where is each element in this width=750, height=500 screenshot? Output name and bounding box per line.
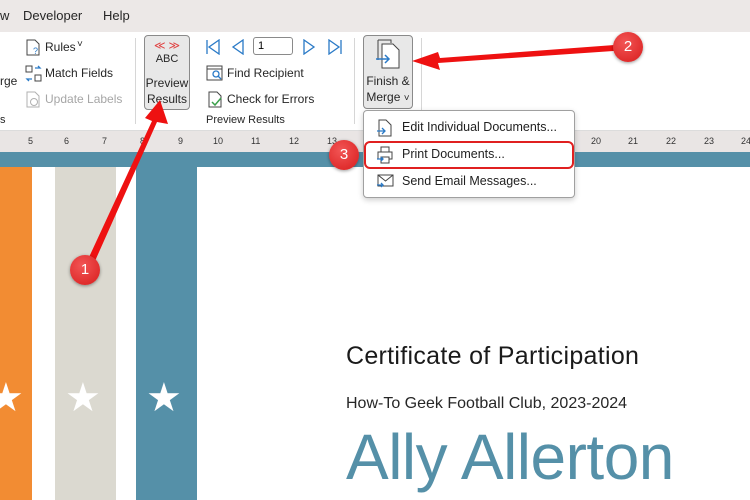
ruler-tick: 21 <box>628 136 639 146</box>
chevron-down-icon: ˅ <box>77 39 83 50</box>
menu-item-send-email-messages[interactable]: Send Email Messages... <box>364 169 574 195</box>
first-record-icon[interactable] <box>205 39 221 55</box>
rules-button[interactable]: ? Rules ˅ <box>25 38 95 58</box>
recipient-name-merge-field: Ally Allerton <box>346 421 674 493</box>
ruler-tick: 10 <box>213 136 224 146</box>
update-labels-label: Update Labels <box>45 92 123 106</box>
ruler-tick: 7 <box>102 136 108 146</box>
ribbon-separator <box>354 38 355 124</box>
menu-item-edit-individual-documents[interactable]: Edit Individual Documents... <box>364 115 574 141</box>
match-fields-label: Match Fields <box>45 66 114 80</box>
group-label-write-insert: s <box>0 114 6 126</box>
gray-stripe <box>55 167 116 500</box>
menu-item-developer[interactable]: Developer <box>23 8 82 23</box>
finish-merge-label-2: Merge ˅ <box>366 90 410 104</box>
ruler-tick: 11 <box>251 136 261 146</box>
send-email-messages-label: Send Email Messages... <box>402 174 537 188</box>
orange-stripe <box>0 167 32 500</box>
preview-results-label-2: Results <box>146 92 187 106</box>
find-recipient-label: Find Recipient <box>227 66 304 80</box>
abc-icon: ABC <box>155 53 179 65</box>
next-record-icon[interactable] <box>302 39 316 55</box>
ruler-tick: 5 <box>28 136 34 146</box>
ruler-tick: 8 <box>140 136 146 146</box>
rules-label: Rules <box>45 40 76 54</box>
update-labels-icon <box>26 91 40 108</box>
match-fields-button[interactable]: Match Fields <box>25 64 120 84</box>
star-icon: ★ <box>65 376 101 420</box>
check-errors-icon <box>208 91 222 108</box>
check-for-errors-label: Check for Errors <box>227 92 315 106</box>
chevron-down-icon: ˅ <box>403 93 410 104</box>
finish-merge-label-1: Finish & <box>366 74 410 88</box>
rules-icon: ? <box>26 39 40 56</box>
edit-individual-documents-label: Edit Individual Documents... <box>402 120 557 134</box>
group-label-preview-results: Preview Results <box>206 114 285 126</box>
annotation-badge-3: 3 <box>329 140 359 170</box>
match-fields-icon <box>25 65 42 82</box>
menu-item-view[interactable]: w <box>0 8 9 23</box>
annotation-badge-1: 1 <box>70 255 100 285</box>
ruler-tick: 12 <box>289 136 300 146</box>
record-number-input[interactable]: 1 <box>253 37 293 55</box>
preview-results-button[interactable]: ≪ ≫ ABC Preview Results <box>144 35 190 110</box>
ruler-tick: 9 <box>178 136 184 146</box>
ruler-tick: 6 <box>64 136 70 146</box>
last-record-icon[interactable] <box>327 39 343 55</box>
blue-stripe <box>136 167 197 500</box>
ruler-tick: 20 <box>591 136 602 146</box>
finish-merge-icon <box>376 39 400 69</box>
ribbon-separator <box>135 38 136 124</box>
star-icon: ★ <box>0 376 24 420</box>
ruler-tick: 23 <box>704 136 715 146</box>
svg-text:?: ? <box>33 46 38 56</box>
menu-bar: w Developer Help <box>0 0 750 32</box>
find-recipient-button[interactable]: Find Recipient <box>206 64 316 84</box>
print-documents-highlight <box>364 141 574 169</box>
certificate-subtitle: How-To Geek Football Club, 2023-2024 <box>346 395 628 412</box>
menu-item-help[interactable]: Help <box>103 8 130 23</box>
finish-and-merge-button[interactable]: Finish & Merge ˅ <box>363 35 413 109</box>
highlight-merge-fields-partial[interactable]: rge <box>0 74 17 88</box>
preview-results-label-1: Preview <box>145 76 189 90</box>
ruler-tick: 22 <box>666 136 677 146</box>
star-icon: ★ <box>146 376 182 420</box>
document-page[interactable]: ★ ★ ★ Certificate of Participation How-T… <box>0 152 750 500</box>
email-icon <box>377 174 394 188</box>
edit-documents-icon <box>377 119 392 137</box>
find-recipient-icon <box>206 65 223 81</box>
annotation-badge-2: 2 <box>613 32 643 62</box>
certificate-title: Certificate of Participation <box>346 342 640 370</box>
previous-record-icon[interactable] <box>231 39 245 55</box>
update-labels-button: Update Labels <box>25 90 125 110</box>
check-for-errors-button[interactable]: Check for Errors <box>206 90 321 110</box>
ruler-tick: 24 <box>741 136 750 146</box>
